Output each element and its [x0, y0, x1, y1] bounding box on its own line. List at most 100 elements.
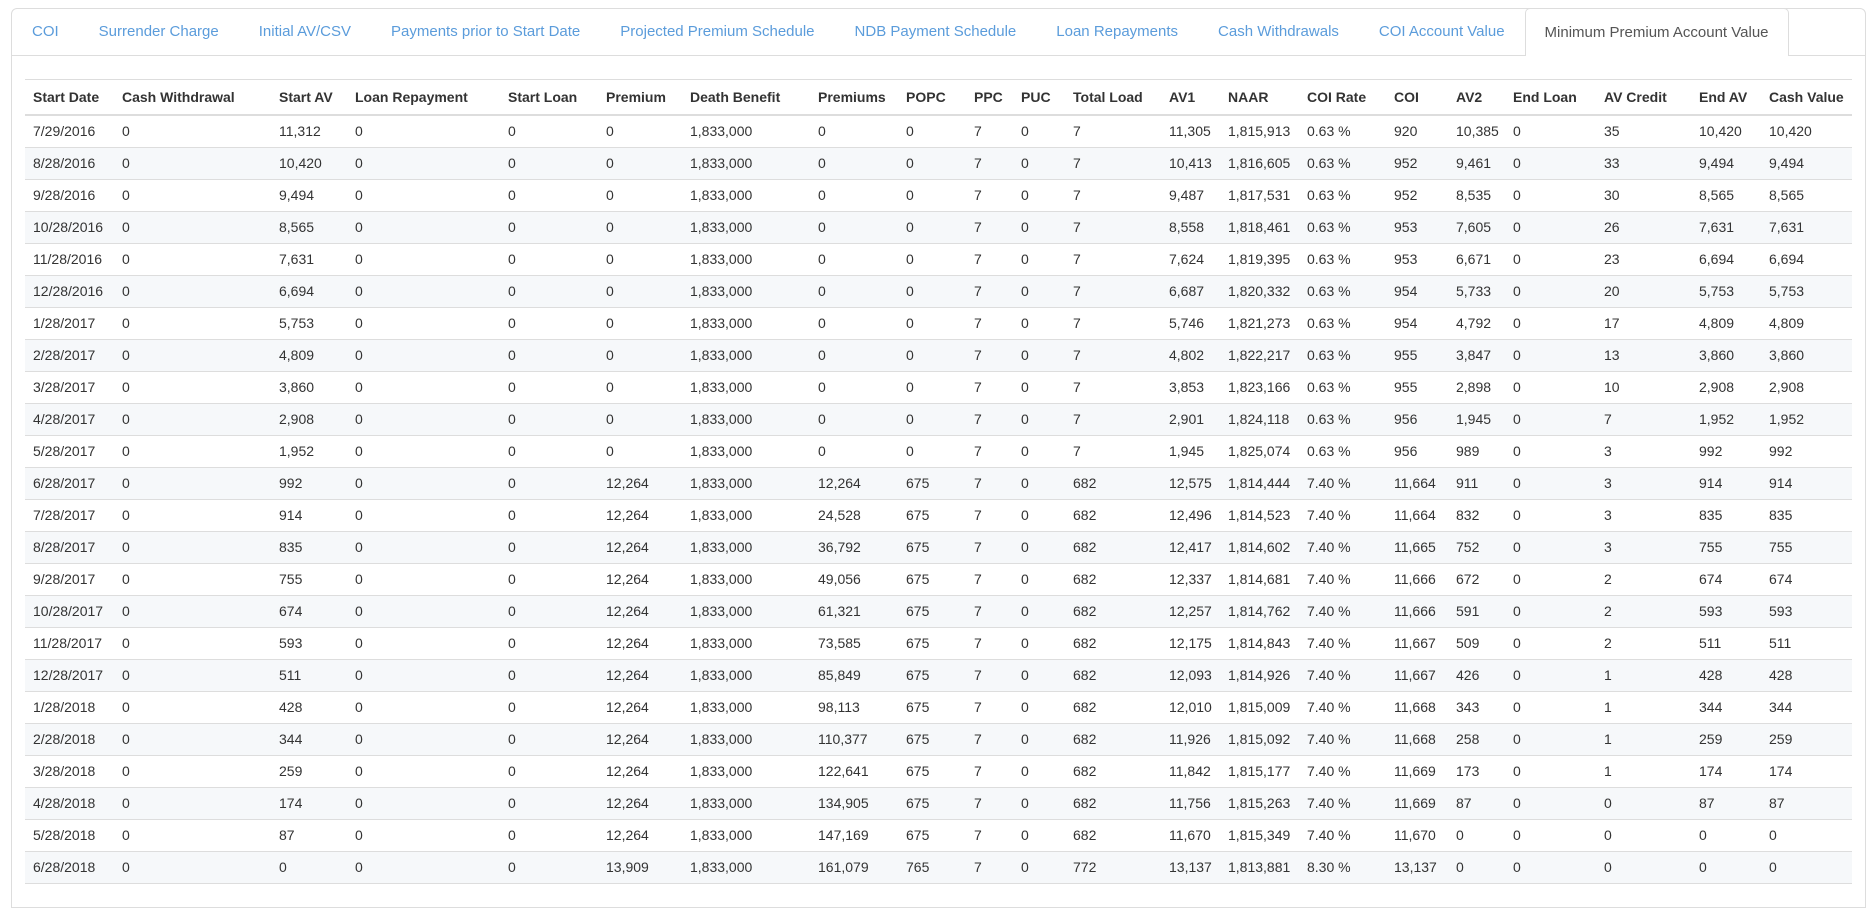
cell: 1,945: [1161, 436, 1220, 468]
cell: 343: [1448, 692, 1505, 724]
column-header-start-loan: Start Loan: [500, 80, 598, 116]
cell: 835: [1761, 500, 1852, 532]
cell: 682: [1065, 628, 1161, 660]
tab-payments-prior-to-start-date[interactable]: Payments prior to Start Date: [371, 9, 600, 55]
cell: 920: [1386, 115, 1448, 148]
tab-initial-av-csv[interactable]: Initial AV/CSV: [239, 9, 371, 55]
cell: 1,815,092: [1220, 724, 1299, 756]
cell: 0: [898, 212, 966, 244]
cell: 7,631: [1691, 212, 1761, 244]
tab-label[interactable]: COI: [12, 9, 79, 55]
column-header-loan-repayment: Loan Repayment: [347, 80, 500, 116]
cell: 1,833,000: [682, 212, 810, 244]
column-header-cash-value: Cash Value: [1761, 80, 1852, 116]
cell: 9/28/2017: [25, 564, 114, 596]
cell: 1,822,217: [1220, 340, 1299, 372]
cell: 1,814,762: [1220, 596, 1299, 628]
cell: 12,264: [598, 692, 682, 724]
cell: 6/28/2017: [25, 468, 114, 500]
cell: 0: [1596, 820, 1691, 852]
tab-bar: COISurrender ChargeInitial AV/CSVPayment…: [12, 9, 1865, 56]
tab-loan-repayments[interactable]: Loan Repayments: [1036, 9, 1198, 55]
cell: 0: [500, 404, 598, 436]
cell: 772: [1065, 852, 1161, 884]
cell: 174: [1761, 756, 1852, 788]
cell: 0: [810, 244, 898, 276]
cell: 174: [1691, 756, 1761, 788]
cell: 11,665: [1386, 532, 1448, 564]
cell: 992: [1761, 436, 1852, 468]
cell: 7: [966, 692, 1013, 724]
table-row: 1/28/201804280012,2641,833,00098,1136757…: [25, 692, 1852, 724]
tab-coi-account-value[interactable]: COI Account Value: [1359, 9, 1525, 55]
cell: 0: [500, 756, 598, 788]
cell: 674: [271, 596, 347, 628]
cell: 426: [1448, 660, 1505, 692]
cell: 0: [500, 212, 598, 244]
cell: 174: [271, 788, 347, 820]
cell: 12,264: [598, 596, 682, 628]
cell: 0: [500, 115, 598, 148]
cell: 0: [1505, 308, 1596, 340]
cell: 7: [1065, 244, 1161, 276]
cell: 0: [1013, 564, 1065, 596]
tab-label[interactable]: Initial AV/CSV: [239, 9, 371, 55]
tab-label[interactable]: Projected Premium Schedule: [600, 9, 834, 55]
cell: 7: [966, 756, 1013, 788]
tab-label[interactable]: Payments prior to Start Date: [371, 9, 600, 55]
tab-minimum-premium-account-value[interactable]: Minimum Premium Account Value: [1525, 8, 1789, 56]
cell: 3: [1596, 468, 1691, 500]
cell: 1,833,000: [682, 788, 810, 820]
cell: 0: [1013, 500, 1065, 532]
cell: 1,833,000: [682, 756, 810, 788]
column-header-coi: COI: [1386, 80, 1448, 116]
table-row: 4/28/201702,9080001,833,000007072,9011,8…: [25, 404, 1852, 436]
cell: 1,833,000: [682, 660, 810, 692]
tab-label[interactable]: Cash Withdrawals: [1198, 9, 1359, 55]
cell: 1,814,523: [1220, 500, 1299, 532]
tab-coi[interactable]: COI: [12, 9, 79, 55]
cell: 10,385: [1448, 115, 1505, 148]
cell: 0: [1596, 788, 1691, 820]
cell: 0: [898, 436, 966, 468]
cell: 0: [114, 372, 271, 404]
cell: 12,496: [1161, 500, 1220, 532]
tab-label[interactable]: COI Account Value: [1359, 9, 1525, 55]
cell: 1,833,000: [682, 820, 810, 852]
cell: 11,670: [1386, 820, 1448, 852]
cell: 0: [1013, 820, 1065, 852]
cell: 0: [1013, 692, 1065, 724]
table-wrap: Start DateCash WithdrawalStart AVLoan Re…: [12, 79, 1865, 884]
cell: 0: [1013, 180, 1065, 212]
cell: 1,833,000: [682, 244, 810, 276]
tab-projected-premium-schedule[interactable]: Projected Premium Schedule: [600, 9, 834, 55]
cell: 0: [347, 372, 500, 404]
cell: 344: [1761, 692, 1852, 724]
cell: 1,814,602: [1220, 532, 1299, 564]
tab-label[interactable]: Minimum Premium Account Value: [1526, 9, 1788, 58]
cell: 0: [598, 148, 682, 180]
tab-label[interactable]: Surrender Charge: [79, 9, 239, 55]
cell: 11/28/2016: [25, 244, 114, 276]
cell: 0: [810, 212, 898, 244]
cell: 0: [898, 148, 966, 180]
cell: 0: [500, 436, 598, 468]
tab-cash-withdrawals[interactable]: Cash Withdrawals: [1198, 9, 1359, 55]
cell: 0: [500, 788, 598, 820]
cell: 0: [500, 852, 598, 884]
cell: 7: [966, 532, 1013, 564]
cell: 259: [1691, 724, 1761, 756]
tab-surrender-charge[interactable]: Surrender Charge: [79, 9, 239, 55]
cell: 1,833,000: [682, 340, 810, 372]
cell: 1,833,000: [682, 148, 810, 180]
cell: 0: [1505, 852, 1596, 884]
cell: 1,952: [1761, 404, 1852, 436]
cell: 6,694: [1691, 244, 1761, 276]
cell: 0: [1013, 628, 1065, 660]
cell: 9,494: [1691, 148, 1761, 180]
cell: 511: [1691, 628, 1761, 660]
tab-ndb-payment-schedule[interactable]: NDB Payment Schedule: [835, 9, 1037, 55]
cell: 0.63 %: [1299, 340, 1386, 372]
tab-label[interactable]: NDB Payment Schedule: [835, 9, 1037, 55]
tab-label[interactable]: Loan Repayments: [1036, 9, 1198, 55]
